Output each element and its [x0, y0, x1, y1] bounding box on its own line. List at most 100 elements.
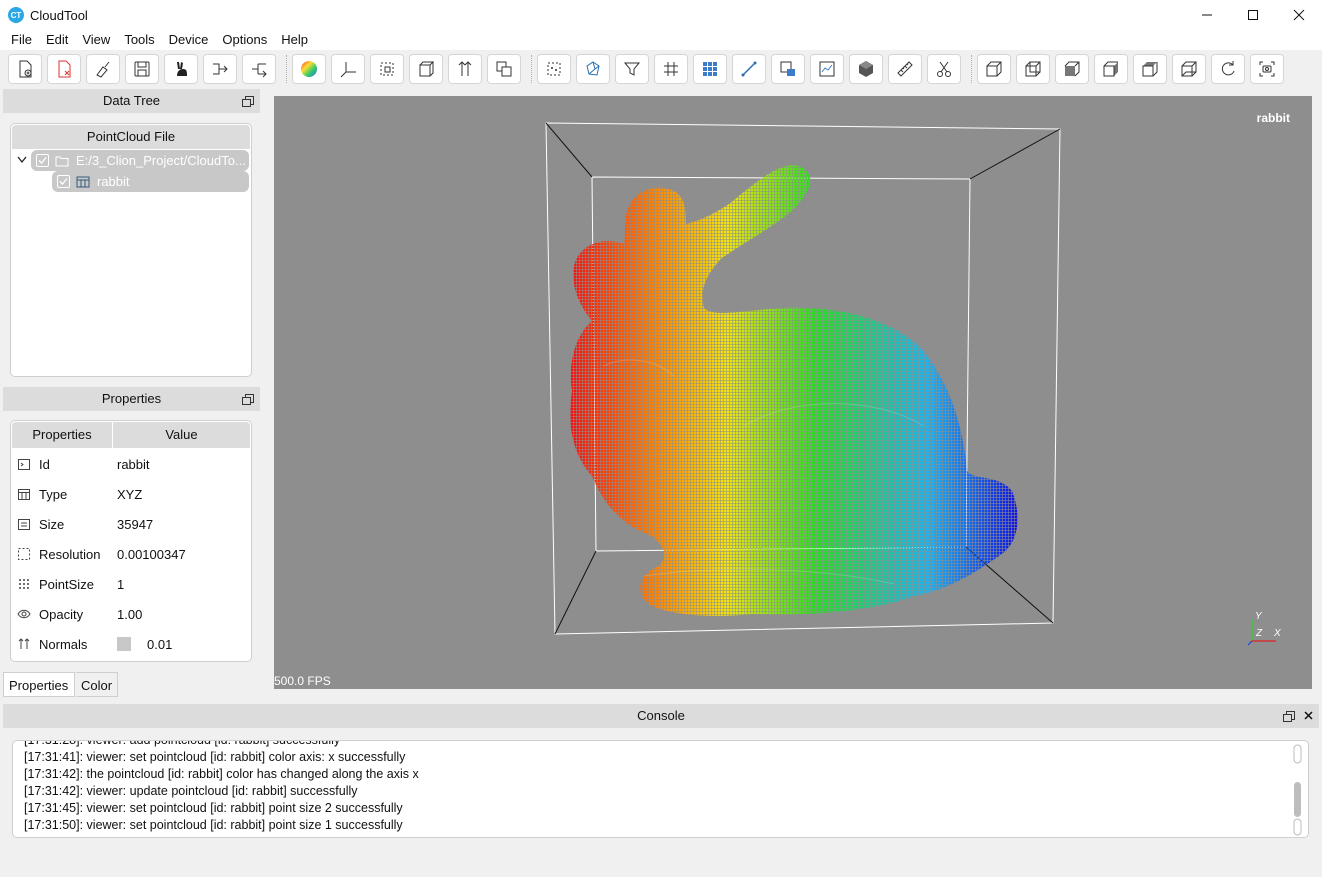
select-points-button[interactable] — [537, 54, 571, 84]
console-title: Console — [637, 708, 685, 723]
bounding-box-icon — [380, 62, 394, 76]
file-path-label: E:/3_Clion_Project/CloudTo... — [76, 153, 246, 168]
menu-file[interactable]: File — [4, 30, 39, 50]
transform-button[interactable] — [487, 54, 521, 84]
select-points-icon — [547, 62, 561, 76]
save-icon — [134, 61, 150, 77]
camera-button[interactable] — [771, 54, 805, 84]
log-line: [17:31:41]: viewer: set pointcloud [id: … — [24, 750, 406, 764]
log-line: [17:31:28]: viewer: add pointcloud [id: … — [24, 740, 341, 747]
console-scrollbar[interactable] — [1293, 744, 1302, 836]
menu-options[interactable]: Options — [215, 30, 274, 50]
chart-button[interactable] — [810, 54, 844, 84]
close-file-button[interactable] — [47, 54, 81, 84]
app-logo-icon: CT — [8, 7, 24, 23]
view-front-icon — [986, 61, 1002, 77]
menu-device[interactable]: Device — [162, 30, 216, 50]
tree-item-rabbit[interactable]: rabbit — [52, 171, 249, 192]
menu-help[interactable]: Help — [274, 30, 315, 50]
pick-button[interactable] — [576, 54, 610, 84]
data-tree-dock-header: Data Tree — [3, 89, 260, 113]
close-window-button[interactable] — [1276, 0, 1322, 30]
data-tree-panel: PointCloud File E:/3_Clion_Project/Cloud… — [10, 123, 252, 377]
eye-icon — [17, 607, 31, 621]
tab-properties[interactable]: Properties — [3, 672, 75, 697]
scissors-icon — [937, 61, 951, 77]
console-dock-header: Console — [3, 704, 1319, 728]
rabbit-checkbox[interactable] — [57, 175, 70, 188]
property-value: 0.00100347 — [117, 546, 186, 562]
property-name: Type — [39, 486, 68, 502]
close-dock-icon[interactable] — [1304, 711, 1313, 720]
toolbar-separator — [971, 55, 972, 83]
view-bottom-button[interactable] — [1172, 54, 1206, 84]
menu-view[interactable]: View — [75, 30, 117, 50]
log-line: [17:31:42]: viewer: update pointcloud [i… — [24, 784, 358, 798]
axes-button[interactable] — [331, 54, 365, 84]
cube-button[interactable] — [409, 54, 443, 84]
axis-y-label: Y — [1255, 611, 1263, 622]
property-name: Opacity — [39, 606, 84, 622]
chevron-down-icon[interactable] — [17, 156, 27, 164]
3d-viewer[interactable]: rabbit 500.0 FPS Y Z X — [274, 96, 1312, 689]
float-dock-icon[interactable] — [242, 394, 254, 405]
axis-z-label: Z — [1255, 628, 1263, 639]
property-name: Resolution — [39, 546, 101, 562]
tab-color[interactable]: Color — [76, 672, 118, 697]
file-checkbox[interactable] — [36, 154, 49, 167]
property-value: rabbit — [117, 456, 150, 472]
grid-icon — [664, 62, 678, 76]
window-title: CloudTool — [30, 7, 88, 23]
bounding-box-button[interactable] — [370, 54, 404, 84]
ruler-button[interactable] — [888, 54, 922, 84]
screenshot-button[interactable] — [1250, 54, 1284, 84]
view-front-button[interactable] — [977, 54, 1011, 84]
console-log-panel[interactable]: [17:31:28]: viewer: add pointcloud [id: … — [12, 740, 1309, 838]
maximize-button[interactable] — [1230, 0, 1276, 30]
view-right-button[interactable] — [1094, 54, 1128, 84]
menu-tools[interactable]: Tools — [117, 30, 161, 50]
grid-button[interactable] — [654, 54, 688, 84]
minimize-button[interactable] — [1184, 0, 1230, 30]
voxel-button[interactable] — [693, 54, 727, 84]
filter-button[interactable] — [615, 54, 649, 84]
data-tree-title: Data Tree — [102, 93, 161, 108]
save-button[interactable] — [125, 54, 159, 84]
log-line: [17:31:50]: viewer: set pointcloud [id: … — [24, 818, 403, 832]
view-left-button[interactable] — [1055, 54, 1089, 84]
property-row-size: Size 35947 — [11, 509, 249, 539]
clear-button[interactable] — [86, 54, 120, 84]
scissors-button[interactable] — [927, 54, 961, 84]
menu-edit[interactable]: Edit — [39, 30, 75, 50]
cube-icon — [419, 61, 435, 77]
refresh-button[interactable] — [1211, 54, 1245, 84]
property-name: PointSize — [39, 576, 94, 592]
line-button[interactable] — [732, 54, 766, 84]
color-button[interactable] — [292, 54, 326, 84]
properties-panel: Properties Value Id rabbit Type XYZ Size… — [10, 420, 252, 662]
view-right-icon — [1103, 61, 1118, 77]
property-row-normals: Normals 0.01 — [11, 629, 249, 659]
normals-button[interactable] — [448, 54, 482, 84]
view-back-button[interactable] — [1016, 54, 1050, 84]
normals-color-swatch[interactable] — [117, 637, 131, 651]
table-icon — [17, 487, 31, 501]
property-value: 0.01 — [147, 636, 173, 652]
surface-button[interactable] — [849, 54, 883, 84]
tree-item-file[interactable]: E:/3_Clion_Project/CloudTo... — [31, 150, 249, 171]
toolbar-separator — [286, 55, 287, 83]
rabbit-point-cloud — [570, 165, 1018, 616]
normals-icon — [458, 61, 472, 76]
log-line: [17:31:45]: viewer: set pointcloud [id: … — [24, 801, 403, 815]
float-dock-icon[interactable] — [1283, 711, 1295, 722]
float-dock-icon[interactable] — [242, 96, 254, 107]
split-button[interactable] — [242, 54, 276, 84]
view-top-button[interactable] — [1133, 54, 1167, 84]
axes-icon — [340, 62, 356, 78]
maximize-icon — [1248, 10, 1258, 20]
rabbit-button[interactable] — [164, 54, 198, 84]
point-cloud-scene — [545, 122, 1061, 635]
voxel-icon — [703, 62, 717, 76]
new-file-button[interactable] — [8, 54, 42, 84]
merge-button[interactable] — [203, 54, 237, 84]
